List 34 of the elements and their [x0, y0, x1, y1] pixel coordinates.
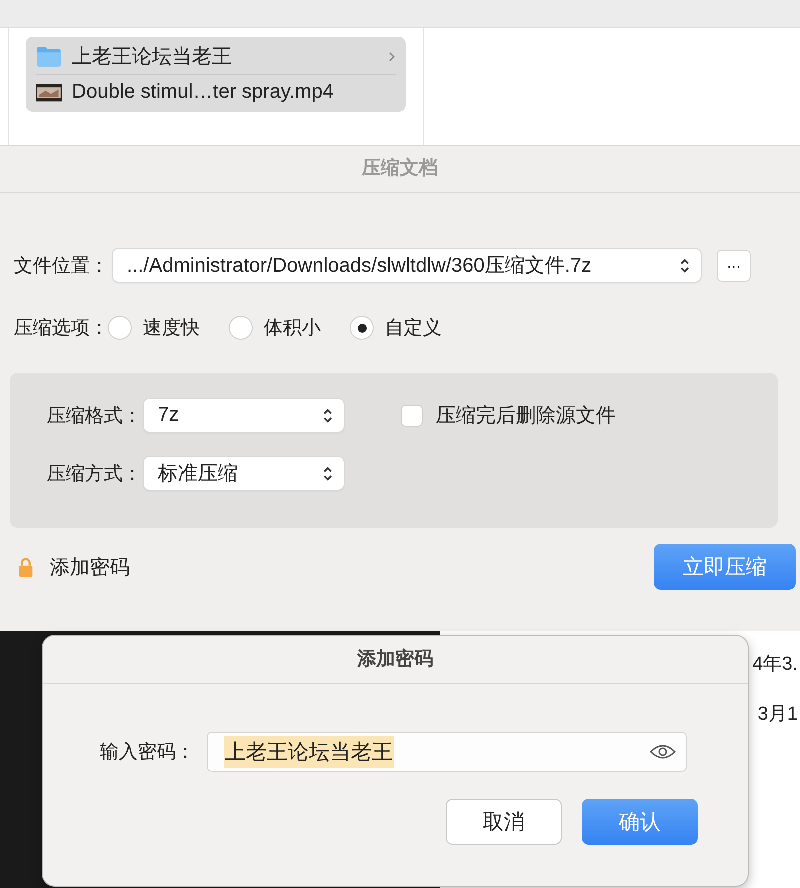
sheet-title: 压缩文档	[0, 146, 800, 193]
field-label: 文件位置：	[14, 254, 109, 278]
format-select[interactable]: 7z	[144, 399, 344, 432]
add-password-link[interactable]: 添加密码	[50, 554, 130, 580]
field-label: 输入密码：	[100, 741, 195, 765]
lock-icon	[18, 557, 34, 577]
updown-icon	[322, 464, 334, 482]
radio-label: 速度快	[143, 317, 200, 341]
field-label: 压缩选项：	[14, 317, 109, 341]
dialog-title: 添加密码	[43, 636, 748, 684]
date-text: 3月1	[758, 703, 798, 727]
chevron-icon	[388, 50, 396, 62]
field-label: 压缩方式：	[47, 462, 142, 486]
file-name[interactable]: 上老王论坛当老王	[72, 43, 378, 70]
browse-button[interactable]: ···	[717, 250, 751, 282]
radio-button[interactable]	[109, 317, 131, 339]
checkbox[interactable]	[402, 406, 422, 426]
cancel-button[interactable]: 取消	[446, 799, 562, 845]
radio-button[interactable]	[351, 317, 373, 339]
date-text: 4年3.	[752, 653, 798, 677]
folder-icon	[36, 46, 62, 68]
updown-icon	[679, 256, 691, 274]
method-select[interactable]: 标准压缩	[144, 457, 344, 490]
field-label: 压缩格式：	[47, 404, 142, 428]
checkbox-label: 压缩完后删除源文件	[436, 404, 616, 429]
file-name[interactable]: Double stimul…ter spray.mp4	[72, 81, 396, 104]
video-thumbnail-icon	[36, 82, 62, 104]
radio-label: 体积小	[264, 317, 321, 341]
password-field[interactable]: 上老王论坛当老王	[207, 732, 687, 772]
location-select[interactable]: .../Administrator/Downloads/slwltdlw/360压缩文件.7z	[113, 249, 701, 282]
radio-label: 自定义	[385, 317, 442, 341]
eye-icon[interactable]	[650, 744, 676, 760]
updown-icon	[322, 406, 334, 424]
radio-button[interactable]	[230, 317, 252, 339]
